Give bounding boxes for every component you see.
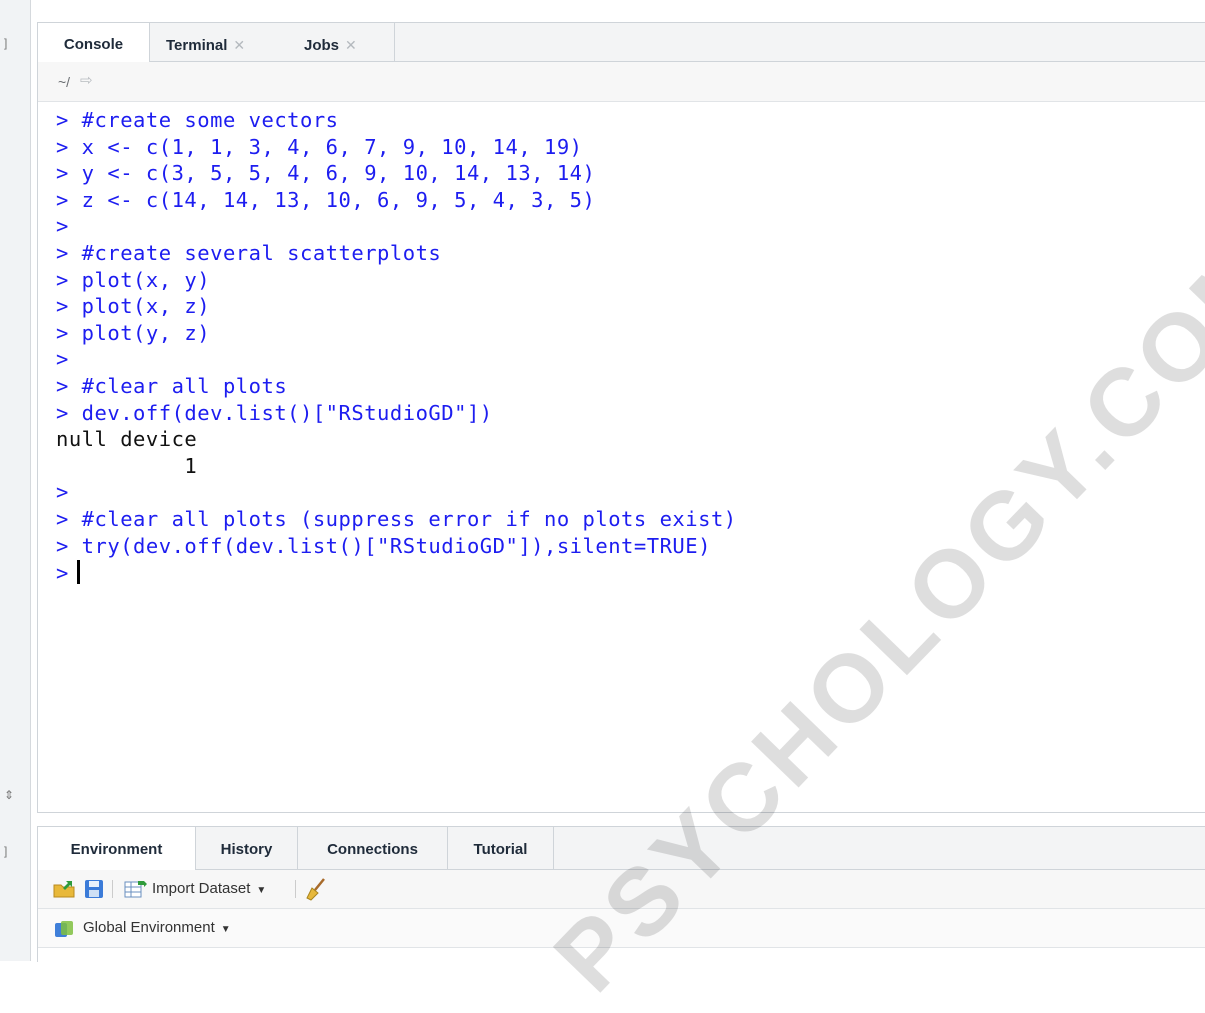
tab-connections[interactable]: Connections bbox=[298, 827, 448, 869]
tab-environment[interactable]: Environment bbox=[38, 827, 196, 870]
console-output[interactable]: > #create some vectors > x <- c(1, 1, 3, … bbox=[38, 102, 1205, 812]
working-directory: ~/ bbox=[58, 74, 71, 90]
close-icon[interactable]: ✕ bbox=[345, 37, 357, 53]
console-output-line: 1 bbox=[56, 453, 198, 478]
save-icon[interactable] bbox=[84, 879, 104, 903]
go-to-directory-icon[interactable]: ⇨ bbox=[80, 71, 93, 89]
environment-selector-bar: Global Environment ▼ bbox=[38, 909, 1205, 948]
console-tabbar: Console Terminal ✕ Jobs ✕ bbox=[38, 23, 1205, 62]
toolbar-divider bbox=[112, 880, 113, 898]
environment-cube-icon bbox=[54, 919, 74, 943]
tab-terminal-label: Terminal bbox=[166, 37, 228, 54]
toolbar-divider bbox=[295, 880, 296, 898]
console-input-line: > x <- c(1, 1, 3, 4, 6, 7, 9, 10, 14, 19… bbox=[56, 134, 583, 159]
tab-console-label: Console bbox=[63, 36, 124, 53]
tab-environment-label: Environment bbox=[70, 841, 163, 858]
console-path-bar: ~/ ⇨ bbox=[38, 62, 1205, 102]
chevron-down-icon: ▼ bbox=[220, 924, 231, 935]
tab-console[interactable]: Console bbox=[38, 23, 150, 62]
environment-selector-label: Global Environment bbox=[83, 919, 215, 936]
console-input-line: > dev.off(dev.list()["RStudioGD"]) bbox=[56, 400, 493, 425]
console-prompt[interactable]: > bbox=[56, 560, 80, 585]
environment-tabbar: Environment History Connections Tutorial bbox=[38, 827, 1205, 870]
console-input-line: > y <- c(3, 5, 5, 4, 6, 9, 10, 14, 13, 1… bbox=[56, 161, 596, 186]
tab-connections-label: Connections bbox=[327, 841, 418, 858]
import-dataset-button[interactable]: Import Dataset ▼ bbox=[152, 880, 266, 897]
broom-icon[interactable] bbox=[304, 877, 328, 905]
pane-edge-mark: ] bbox=[4, 36, 8, 50]
chevron-down-icon: ▼ bbox=[256, 885, 267, 896]
console-input-line: > z <- c(14, 14, 13, 10, 6, 9, 5, 4, 3, … bbox=[56, 187, 596, 212]
console-input-line: > #clear all plots (suppress error if no… bbox=[56, 507, 737, 531]
console-input-line: > plot(x, z) bbox=[56, 294, 211, 319]
open-folder-icon[interactable] bbox=[52, 879, 78, 903]
console-input-line: > #create some vectors bbox=[56, 108, 339, 132]
console-input-line: > #clear all plots bbox=[56, 374, 288, 398]
tab-terminal[interactable]: Terminal ✕ bbox=[166, 23, 296, 61]
console-input-line: > plot(y, z) bbox=[56, 320, 211, 345]
environment-toolbar: Import Dataset ▼ bbox=[38, 870, 1205, 909]
tab-jobs-label: Jobs bbox=[304, 37, 340, 54]
console-input-line: > bbox=[56, 480, 69, 505]
tab-history-label: History bbox=[220, 841, 273, 858]
import-dataset-label: Import Dataset bbox=[152, 880, 251, 897]
close-icon[interactable]: ✕ bbox=[233, 37, 245, 53]
console-output-line: null device bbox=[56, 427, 198, 452]
tab-divider bbox=[394, 23, 395, 61]
console-pane: Console Terminal ✕ Jobs ✕ ~/ ⇨ > #create s… bbox=[37, 22, 1205, 813]
console-input-line: > try(dev.off(dev.list()["RStudioGD"]),s… bbox=[56, 533, 711, 558]
environment-selector[interactable]: Global Environment ▼ bbox=[83, 919, 231, 936]
console-input-line: > plot(x, y) bbox=[56, 267, 211, 292]
console-prompt-symbol: > bbox=[56, 561, 69, 586]
tab-tutorial-label: Tutorial bbox=[473, 841, 528, 858]
tab-tutorial[interactable]: Tutorial bbox=[448, 827, 554, 869]
environment-pane: Environment History Connections Tutorial bbox=[37, 826, 1205, 962]
import-dataset-icon[interactable] bbox=[124, 879, 148, 903]
pane-resize-icon[interactable]: ⇕ bbox=[4, 788, 14, 802]
left-pane-strip: ] ⇕ ] bbox=[0, 0, 31, 961]
tab-jobs[interactable]: Jobs ✕ bbox=[304, 23, 390, 61]
console-input-line: > bbox=[56, 214, 69, 239]
pane-edge-mark: ] bbox=[4, 844, 8, 858]
text-cursor bbox=[76, 560, 80, 585]
console-input-line: > bbox=[56, 347, 69, 372]
tab-history[interactable]: History bbox=[196, 827, 298, 869]
console-input-line: > #create several scatterplots bbox=[56, 241, 442, 265]
